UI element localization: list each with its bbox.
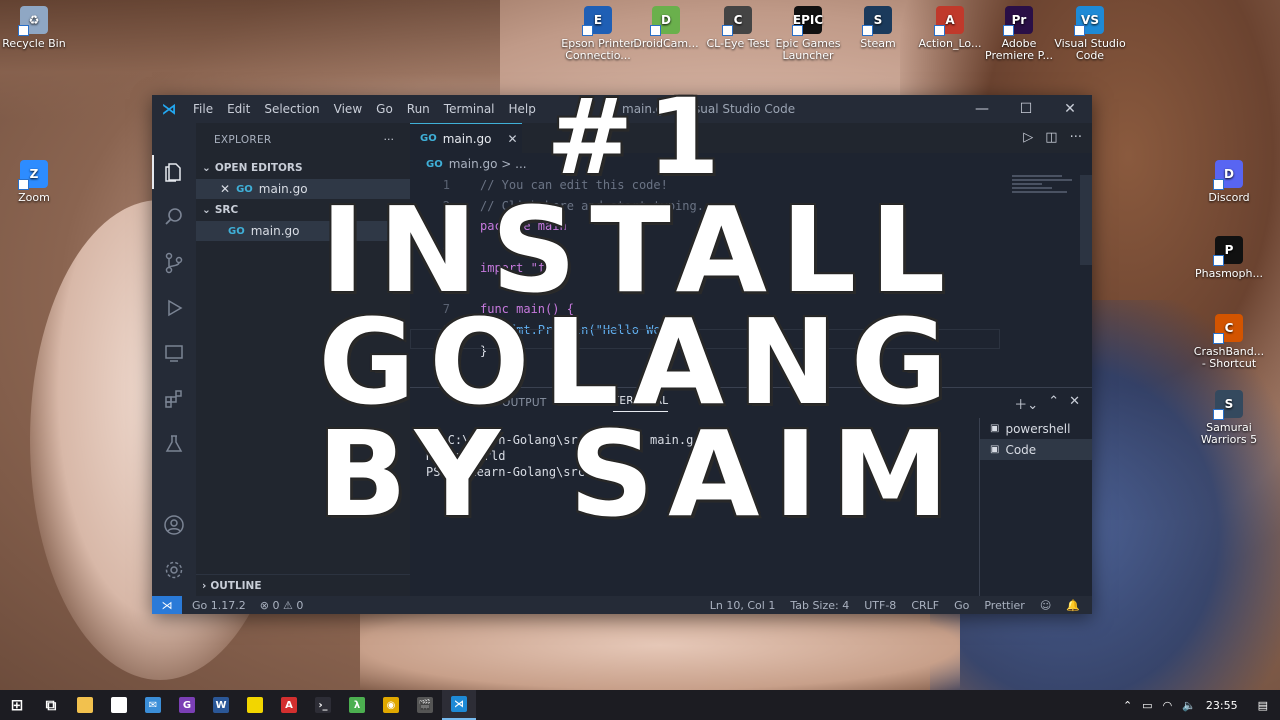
- desktop-icon-label: Adobe Premiere P...: [985, 37, 1053, 62]
- network-icon[interactable]: ◠: [1163, 699, 1173, 712]
- app-icon: A: [934, 6, 964, 36]
- desktop-icon-adobe-premiere-p[interactable]: Pr Adobe Premiere P...: [981, 6, 1057, 62]
- taskbar-app-glyph: [247, 697, 263, 713]
- bell-icon[interactable]: 🔔: [1066, 599, 1080, 612]
- taskbar-app-glyph: ⧉: [45, 696, 57, 714]
- desktop-icon-recycle-bin[interactable]: ♻ Recycle Bin: [0, 6, 72, 50]
- taskbar-app-lambda-icon[interactable]: λ: [340, 690, 374, 720]
- taskbar-app-glyph: ◉: [383, 697, 399, 713]
- notification-icon[interactable]: ▤: [1258, 699, 1268, 712]
- status-right: Ln 10, Col 1 Tab Size: 4 UTF-8 CRLF Go P…: [710, 599, 1080, 612]
- app-icon: S: [862, 6, 892, 36]
- desktop-icon-label: Epson Printer Connectio...: [561, 37, 635, 62]
- status-bar: ⋊ Go 1.17.2 ⊗ 0 ⚠ 0 Ln 10, Col 1 Tab Siz…: [152, 596, 1092, 614]
- taskbar-chrome-icon[interactable]: ◉: [374, 690, 408, 720]
- taskbar-app-glyph: ✉: [145, 697, 161, 713]
- taskbar-store-icon[interactable]: 🛍: [102, 690, 136, 720]
- battery-icon[interactable]: ▭: [1142, 699, 1152, 712]
- app-icon: D: [650, 6, 680, 36]
- taskbar-app-glyph: ›_: [315, 697, 331, 713]
- taskbar-app-glyph: ⊞: [10, 696, 24, 714]
- app-icon: EPIC: [792, 6, 823, 36]
- system-tray: ⌃ ▭ ◠ 🔈 23:55 ▤: [1123, 690, 1280, 720]
- language-mode[interactable]: Go: [954, 599, 969, 612]
- taskbar-task-view-icon[interactable]: ⧉: [34, 690, 68, 720]
- problems-count[interactable]: ⊗ 0 ⚠ 0: [260, 599, 304, 612]
- taskbar-clapper-icon[interactable]: 🎬: [408, 690, 442, 720]
- outline-label: OUTLINE: [210, 579, 262, 592]
- taskbar-app-glyph: G: [179, 697, 195, 713]
- overlay-line-1: #1: [546, 76, 734, 198]
- status-left: Go 1.17.2 ⊗ 0 ⚠ 0: [192, 599, 303, 612]
- app-icon: ♻: [18, 6, 48, 36]
- volume-icon[interactable]: 🔈: [1182, 699, 1196, 712]
- clock[interactable]: 23:55: [1206, 699, 1238, 712]
- desktop-icon-epson-printer-connectio[interactable]: E Epson Printer Connectio...: [560, 6, 636, 62]
- taskbar-word-icon[interactable]: W: [204, 690, 238, 720]
- taskbar-app-glyph: W: [213, 697, 229, 713]
- taskbar-vscode-icon[interactable]: ⋊: [442, 690, 476, 720]
- taskbar-app-glyph: λ: [349, 697, 365, 713]
- desktop-icon-label: Recycle Bin: [2, 37, 66, 50]
- taskbar-app-glyph: 🛍: [111, 697, 127, 713]
- tab-size[interactable]: Tab Size: 4: [790, 599, 849, 612]
- taskbar-app-glyph: [77, 697, 93, 713]
- line-ending[interactable]: CRLF: [911, 599, 939, 612]
- prettier-status[interactable]: Prettier: [984, 599, 1024, 612]
- taskbar-mail-icon[interactable]: ✉: [136, 690, 170, 720]
- taskbar-acrobat-icon[interactable]: A: [272, 690, 306, 720]
- taskbar-start-icon[interactable]: ⊞: [0, 690, 34, 720]
- desktop-icon-label: Epic Games Launcher: [775, 37, 841, 62]
- taskbar-app-g-icon[interactable]: G: [170, 690, 204, 720]
- desktop-icon-label: DroidCam...: [633, 37, 699, 50]
- overlay-line-2: INSTALL: [320, 181, 960, 319]
- desktop-icon-visual-studio-code[interactable]: VS Visual Studio Code: [1052, 6, 1128, 62]
- app-icon: Pr: [1003, 6, 1033, 36]
- chevron-up-icon[interactable]: ⌃: [1123, 699, 1132, 712]
- overlay-line-3: GOLANG: [318, 293, 962, 431]
- desktop-icon-label: Visual Studio Code: [1054, 37, 1126, 62]
- app-icon: VS: [1074, 6, 1104, 36]
- desktop-icon-action-lo[interactable]: A Action_Lo...: [912, 6, 988, 50]
- file-encoding[interactable]: UTF-8: [864, 599, 896, 612]
- go-version[interactable]: Go 1.17.2: [192, 599, 246, 612]
- app-icon: C: [722, 6, 752, 36]
- desktop-icon-epic-games-launcher[interactable]: EPIC Epic Games Launcher: [770, 6, 846, 62]
- desktop-icon-label: CL-Eye Test: [706, 37, 770, 50]
- desktop-icon-cl-eye-test[interactable]: C CL-Eye Test: [700, 6, 776, 50]
- taskbar: ⊞ ⧉ 🛍 ✉ G W A ›_ λ ◉ 🎬 ⋊ ⌃ ▭ ◠ 🔈 23:55 ▤: [0, 690, 1280, 720]
- taskbar-file-explorer-icon[interactable]: [68, 690, 102, 720]
- desktop-icon-label: Action_Lo...: [918, 37, 982, 50]
- outline-section[interactable]: › OUTLINE: [196, 574, 410, 596]
- desktop-icon-label: Steam: [860, 37, 896, 50]
- taskbar-app-glyph: ⋊: [451, 696, 467, 712]
- desktop-icon-steam[interactable]: S Steam: [840, 6, 916, 50]
- overlay-line-4: BY SAIM: [317, 405, 963, 543]
- taskbar-app-glyph: 🎬: [417, 697, 433, 713]
- app-icon: E: [582, 6, 612, 36]
- desktop-icon-droidcam[interactable]: D DroidCam...: [628, 6, 704, 50]
- gear-icon[interactable]: [162, 558, 186, 582]
- taskbar-sticky-notes-icon[interactable]: [238, 690, 272, 720]
- taskbar-app-glyph: A: [281, 697, 297, 713]
- taskbar-terminal-icon[interactable]: ›_: [306, 690, 340, 720]
- remote-indicator-icon[interactable]: ⋊: [152, 596, 182, 614]
- taskbar-apps: ⊞ ⧉ 🛍 ✉ G W A ›_ λ ◉ 🎬 ⋊: [0, 690, 476, 720]
- feedback-icon[interactable]: ☺: [1040, 599, 1051, 612]
- chevron-right-icon: ›: [202, 579, 207, 592]
- cursor-position[interactable]: Ln 10, Col 1: [710, 599, 776, 612]
